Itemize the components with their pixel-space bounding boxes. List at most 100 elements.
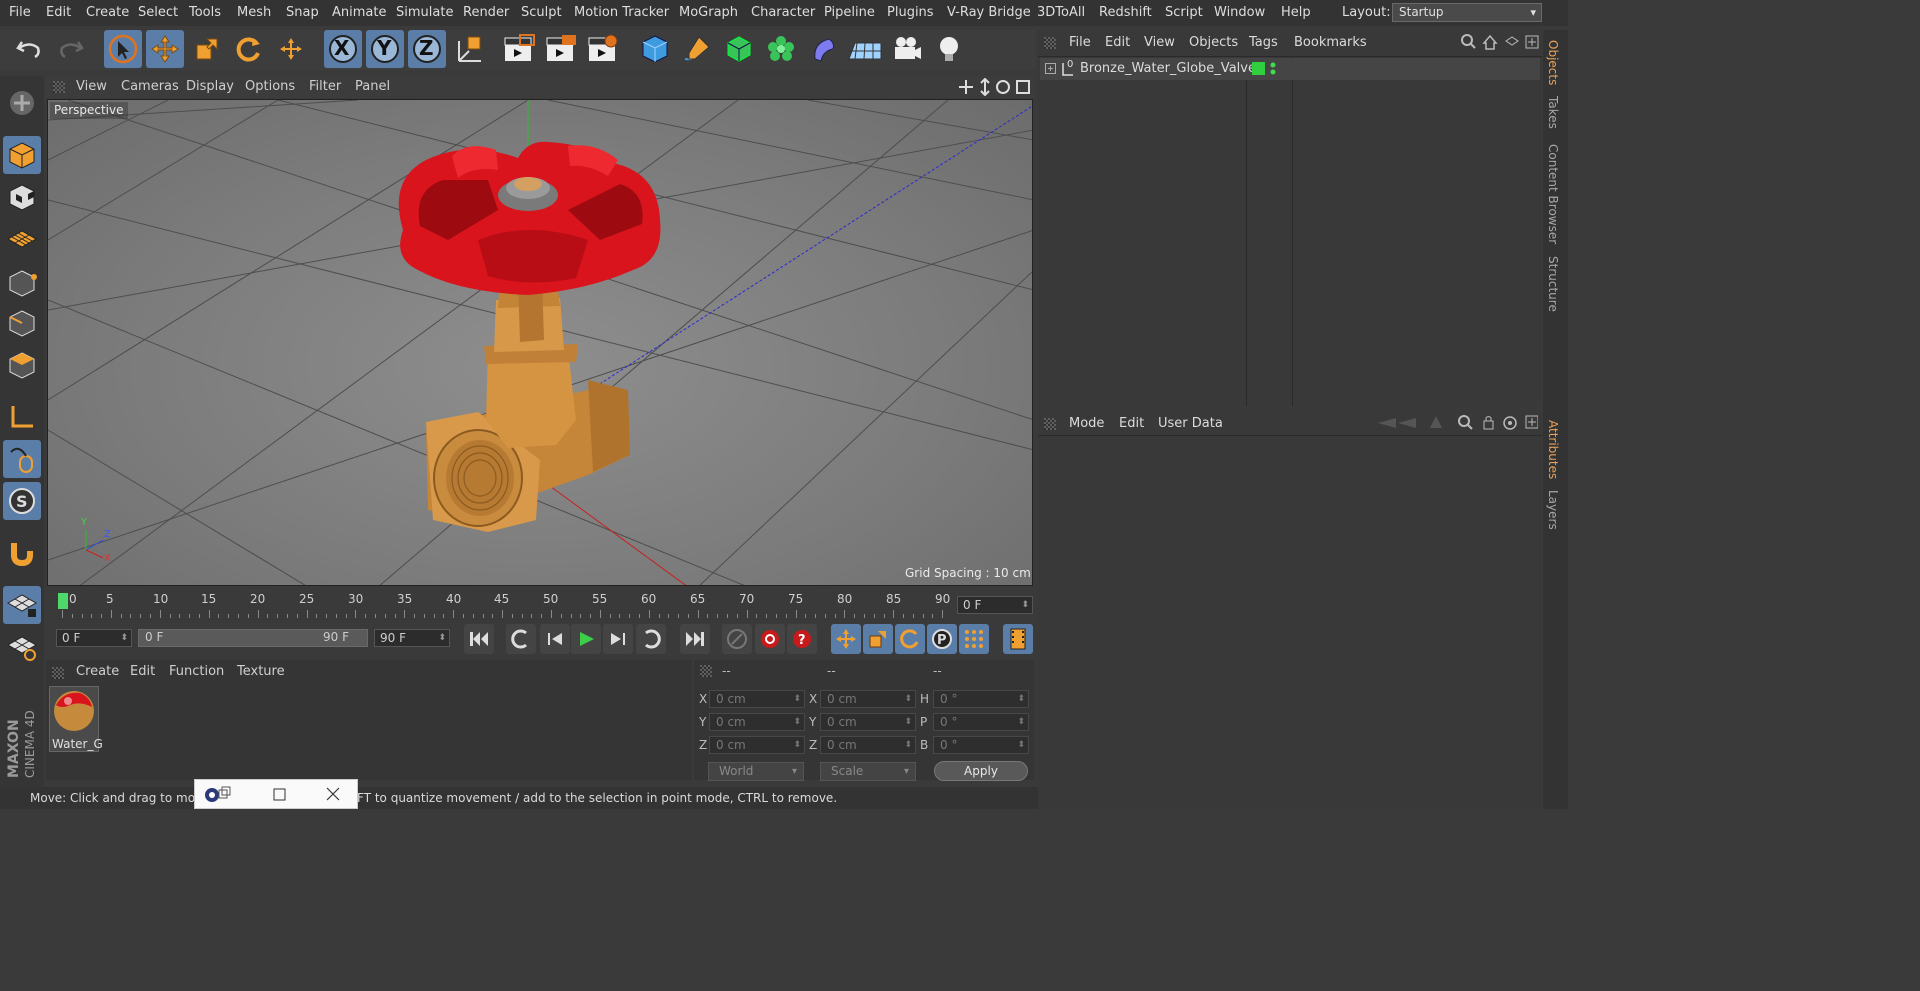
layer-color-swatch[interactable] (1252, 62, 1265, 75)
objects-menu-view[interactable]: View (1144, 35, 1175, 50)
record-position-button[interactable] (831, 624, 861, 654)
attributes-panel-tools[interactable] (1378, 414, 1538, 432)
next-key-button[interactable] (636, 624, 666, 654)
menu-select[interactable]: Select (138, 5, 178, 20)
menu-pipeline[interactable]: Pipeline (824, 5, 875, 20)
z-axis-lock-button[interactable]: Z (408, 30, 446, 68)
polygons-mode-button[interactable] (3, 346, 41, 384)
menu-render[interactable]: Render (463, 5, 509, 20)
attributes-menu-user-data[interactable]: User Data (1158, 416, 1223, 431)
size-x-field[interactable]: 0 cm (820, 690, 916, 708)
start-frame-field[interactable]: 0 F (56, 629, 132, 647)
texture-mode-button[interactable] (3, 178, 41, 216)
menu-help[interactable]: Help (1281, 5, 1311, 20)
attributes-menu-edit[interactable]: Edit (1119, 416, 1144, 431)
size-z-field[interactable]: 0 cm (820, 736, 916, 754)
viewport-menu-filter[interactable]: Filter (309, 79, 341, 94)
viewport-menu-view[interactable]: View (76, 79, 107, 94)
material-menu-edit[interactable]: Edit (130, 664, 155, 679)
go-to-end-button[interactable] (680, 624, 710, 654)
coordinate-space-dropdown[interactable]: World (708, 762, 804, 781)
material-swatch[interactable]: Water_G (49, 686, 103, 752)
side-tab-structure[interactable]: Structure (1546, 256, 1560, 312)
apply-button[interactable]: Apply (934, 761, 1028, 781)
previous-key-button[interactable] (506, 624, 536, 654)
record-scale-button[interactable] (863, 624, 893, 654)
position-x-field[interactable]: 0 cm (709, 690, 805, 708)
size-y-field[interactable]: 0 cm (820, 713, 916, 731)
move-tool-button[interactable] (146, 30, 184, 68)
menu-tools[interactable]: Tools (189, 5, 221, 20)
coordinate-system-button[interactable] (450, 30, 488, 68)
add-camera-button[interactable] (888, 30, 926, 68)
objects-panel-tools[interactable] (1460, 33, 1542, 51)
rotation-h-field[interactable]: 0 ° (933, 690, 1029, 708)
objects-menu-tags[interactable]: Tags (1249, 35, 1278, 50)
autokeying-button[interactable] (755, 624, 785, 654)
menu-redshift[interactable]: Redshift (1099, 5, 1152, 20)
edges-mode-button[interactable] (3, 304, 41, 342)
add-light-button[interactable] (930, 30, 968, 68)
record-rotation-button[interactable] (895, 624, 925, 654)
render-settings-button[interactable] (584, 30, 622, 68)
go-to-start-button[interactable] (464, 624, 494, 654)
viewport-menu-options[interactable]: Options (245, 79, 295, 94)
menu-snap[interactable]: Snap (286, 5, 319, 20)
side-tab-objects[interactable]: Objects (1546, 40, 1560, 85)
record-active-objects-button[interactable] (722, 624, 752, 654)
frame-range-slider[interactable]: 0 F 90 F (138, 629, 368, 647)
viewport-nav-icons[interactable] (958, 78, 1032, 96)
solo-mode-button[interactable]: S (3, 482, 41, 520)
menu-animate[interactable]: Animate (332, 5, 386, 20)
record-point-level-button[interactable] (959, 624, 989, 654)
close-icon[interactable] (326, 787, 340, 801)
layout-dropdown[interactable]: Startup (1392, 3, 1542, 22)
panel-grip-icon[interactable] (53, 81, 65, 93)
add-spline-button[interactable] (678, 30, 716, 68)
menu-edit[interactable]: Edit (46, 5, 71, 20)
planar-workplane-button[interactable] (3, 628, 41, 666)
y-axis-lock-button[interactable]: Y (366, 30, 404, 68)
snap-button[interactable] (3, 534, 41, 572)
panel-grip-icon[interactable] (1044, 37, 1056, 49)
redo-button[interactable] (52, 30, 90, 68)
playhead-marker[interactable] (58, 593, 68, 609)
objects-menu-objects[interactable]: Objects (1189, 35, 1238, 50)
next-frame-button[interactable] (603, 624, 633, 654)
side-tab-content-browser[interactable]: Content Browser (1546, 144, 1560, 244)
menu-file[interactable]: File (9, 5, 31, 20)
object-name-label[interactable]: Bronze_Water_Globe_Valve (1080, 61, 1256, 76)
side-tab-takes[interactable]: Takes (1546, 96, 1560, 129)
position-z-field[interactable]: 0 cm (709, 736, 805, 754)
recent-tool-button[interactable] (272, 30, 310, 68)
side-tab-layers[interactable]: Layers (1546, 490, 1560, 530)
add-environment-button[interactable] (846, 30, 884, 68)
menu-motion-tracker[interactable]: Motion Tracker (574, 5, 669, 20)
expand-plus-icon[interactable] (1045, 63, 1057, 75)
render-picture-viewer-button[interactable] (542, 30, 580, 68)
objects-menu-edit[interactable]: Edit (1105, 35, 1130, 50)
size-mode-dropdown[interactable]: Scale (820, 762, 916, 781)
current-frame-field[interactable]: 0 F (957, 596, 1033, 614)
x-axis-lock-button[interactable]: X (324, 30, 362, 68)
side-tab-attributes[interactable]: Attributes (1546, 420, 1560, 479)
add-deformer-button[interactable] (804, 30, 842, 68)
scale-tool-button[interactable] (188, 30, 226, 68)
tweak-mode-button[interactable] (3, 440, 41, 478)
add-generator-button[interactable] (720, 30, 758, 68)
bronze-valve-model[interactable] (398, 141, 661, 532)
rotation-b-field[interactable]: 0 ° (933, 736, 1029, 754)
menu-vray-bridge[interactable]: V-Ray Bridge (947, 5, 1031, 20)
menu-sculpt[interactable]: Sculpt (521, 5, 562, 20)
live-selection-button[interactable] (104, 30, 142, 68)
maximize-icon[interactable] (273, 788, 287, 802)
menu-simulate[interactable]: Simulate (396, 5, 453, 20)
menu-mograph[interactable]: MoGraph (679, 5, 738, 20)
add-cube-button[interactable] (636, 30, 674, 68)
viewport-menu-cameras[interactable]: Cameras (121, 79, 179, 94)
panel-grip-icon[interactable] (52, 667, 64, 679)
menu-3dtoall[interactable]: 3DToAll (1037, 5, 1085, 20)
rotate-tool-button[interactable] (230, 30, 268, 68)
play-forward-button[interactable] (571, 624, 601, 654)
timeline-window-button[interactable] (1003, 624, 1033, 654)
